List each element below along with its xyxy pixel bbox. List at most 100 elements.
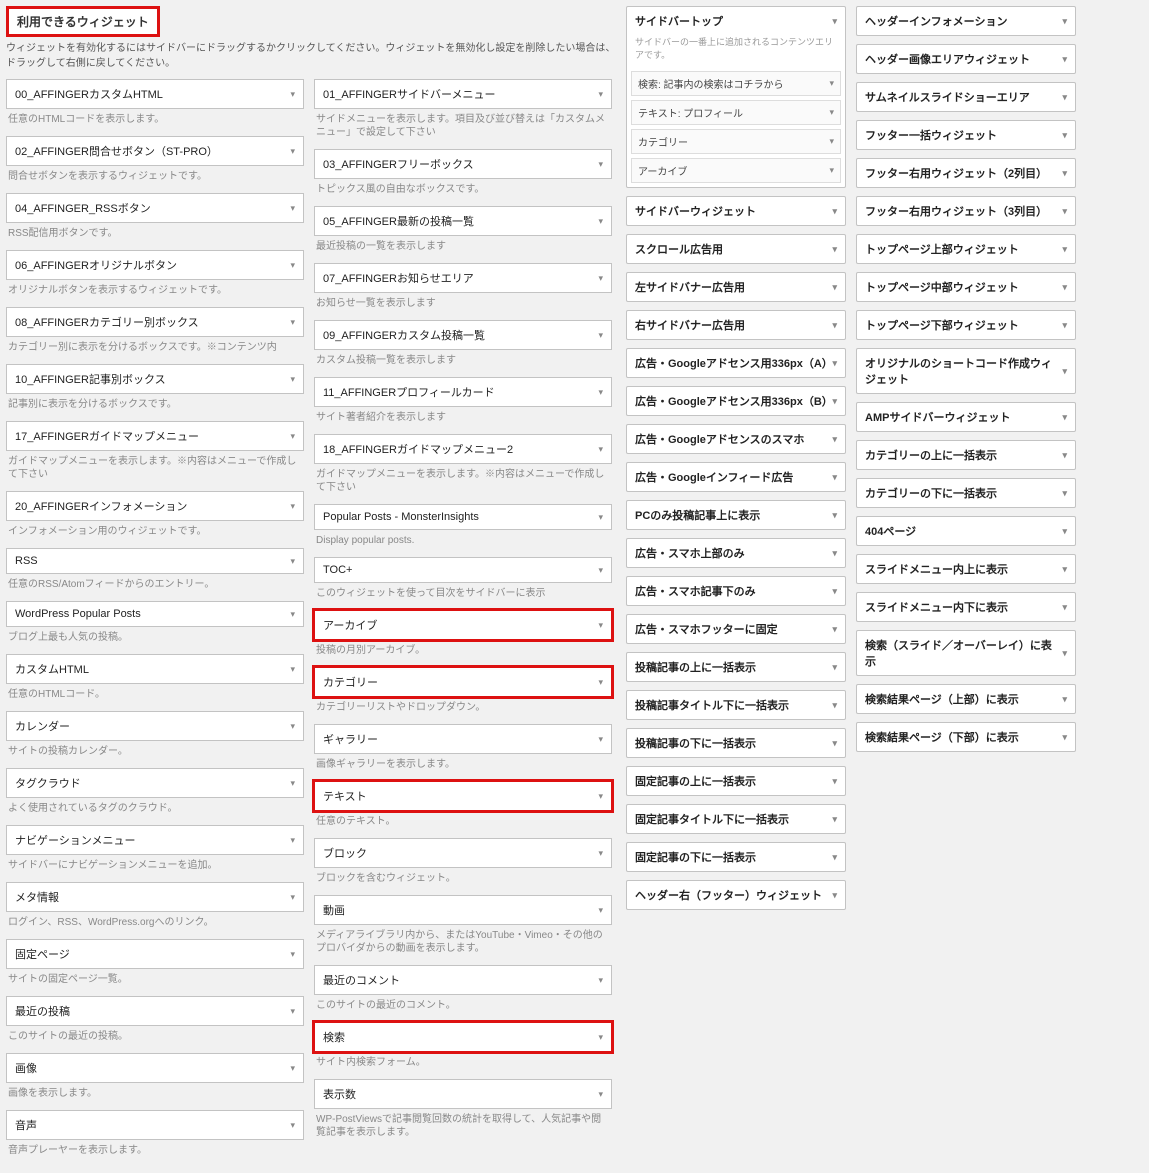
available-widget[interactable]: 01_AFFINGERサイドバーメニュー▾ bbox=[314, 79, 612, 109]
widget-areas-col-2: ヘッダーインフォメーション▾ヘッダー画像エリアウィジェット▾サムネイルスライドシ… bbox=[856, 6, 1076, 752]
widget-area-header[interactable]: 広告・Googleインフィード広告▾ bbox=[627, 463, 845, 491]
widget-area-header[interactable]: サムネイルスライドショーエリア▾ bbox=[857, 83, 1075, 111]
widget-area-header[interactable]: オリジナルのショートコード作成ウィジェット▾ bbox=[857, 349, 1075, 393]
widget-title: カスタムHTML bbox=[15, 661, 89, 677]
available-widget[interactable]: TOC+▾ bbox=[314, 557, 612, 583]
widget-area-header[interactable]: 検索結果ページ（上部）に表示▾ bbox=[857, 685, 1075, 713]
widget-area-header[interactable]: 固定記事の上に一括表示▾ bbox=[627, 767, 845, 795]
available-widget[interactable]: タグクラウド▾ bbox=[6, 768, 304, 798]
widget-description: 任意のテキスト。 bbox=[314, 811, 612, 838]
placed-widget[interactable]: カテゴリー▾ bbox=[631, 129, 841, 154]
widget-area-header[interactable]: フッター一括ウィジェット▾ bbox=[857, 121, 1075, 149]
widget-area-header[interactable]: 投稿記事の下に一括表示▾ bbox=[627, 729, 845, 757]
widget-area-header[interactable]: 検索（スライド／オーバーレイ）に表示▾ bbox=[857, 631, 1075, 675]
available-widget[interactable]: 04_AFFINGER_RSSボタン▾ bbox=[6, 193, 304, 223]
available-widget[interactable]: 20_AFFINGERインフォメーション▾ bbox=[6, 491, 304, 521]
widget-area-header[interactable]: 広告・スマホフッターに固定▾ bbox=[627, 615, 845, 643]
available-widget[interactable]: カテゴリー▾ bbox=[314, 667, 612, 697]
available-widget[interactable]: 10_AFFINGER記事別ボックス▾ bbox=[6, 364, 304, 394]
placed-widget[interactable]: アーカイブ▾ bbox=[631, 158, 841, 183]
chevron-down-icon: ▾ bbox=[598, 330, 603, 341]
widget-title: 06_AFFINGERオリジナルボタン bbox=[15, 257, 177, 273]
available-widget[interactable]: 音声▾ bbox=[6, 1110, 304, 1140]
widget-area-header[interactable]: スライドメニュー内下に表示▾ bbox=[857, 593, 1075, 621]
available-widget[interactable]: 03_AFFINGERフリーボックス▾ bbox=[314, 149, 612, 179]
chevron-down-icon: ▾ bbox=[1062, 16, 1067, 27]
available-widget[interactable]: ナビゲーションメニュー▾ bbox=[6, 825, 304, 855]
available-widget[interactable]: 画像▾ bbox=[6, 1053, 304, 1083]
available-widget[interactable]: 11_AFFINGERプロフィールカード▾ bbox=[314, 377, 612, 407]
available-widget[interactable]: WordPress Popular Posts▾ bbox=[6, 601, 304, 627]
widget-description: サイト著者紹介を表示します bbox=[314, 407, 612, 434]
widget-area-header[interactable]: 広告・Googleアドセンスのスマホ▾ bbox=[627, 425, 845, 453]
available-widget[interactable]: ギャラリー▾ bbox=[314, 724, 612, 754]
widget-area-header[interactable]: 投稿記事タイトル下に一括表示▾ bbox=[627, 691, 845, 719]
widget-area-title: 投稿記事の下に一括表示 bbox=[635, 735, 756, 751]
widget-area-header[interactable]: AMPサイドバーウィジェット▾ bbox=[857, 403, 1075, 431]
available-widget[interactable]: Popular Posts - MonsterInsights▾ bbox=[314, 504, 612, 530]
widget-area-header[interactable]: フッター右用ウィジェット（3列目）▾ bbox=[857, 197, 1075, 225]
available-widget[interactable]: カスタムHTML▾ bbox=[6, 654, 304, 684]
widget-title: 00_AFFINGERカスタムHTML bbox=[15, 86, 163, 102]
widget-area-header[interactable]: 左サイドバナー広告用▾ bbox=[627, 273, 845, 301]
available-widget[interactable]: 00_AFFINGERカスタムHTML▾ bbox=[6, 79, 304, 109]
available-widget[interactable]: アーカイブ▾ bbox=[314, 610, 612, 640]
widget-area-header[interactable]: カテゴリーの上に一括表示▾ bbox=[857, 441, 1075, 469]
widget-area-header[interactable]: ヘッダー右（フッター）ウィジェット▾ bbox=[627, 881, 845, 909]
widget-area-header[interactable]: 右サイドバナー広告用▾ bbox=[627, 311, 845, 339]
widget-area-header[interactable]: フッター右用ウィジェット（2列目）▾ bbox=[857, 159, 1075, 187]
widget-area-header[interactable]: 検索結果ページ（下部）に表示▾ bbox=[857, 723, 1075, 751]
available-widget[interactable]: 固定ページ▾ bbox=[6, 939, 304, 969]
widget-title: 17_AFFINGERガイドマップメニュー bbox=[15, 428, 199, 444]
widget-area-header[interactable]: 固定記事タイトル下に一括表示▾ bbox=[627, 805, 845, 833]
widget-area-header[interactable]: カテゴリーの下に一括表示▾ bbox=[857, 479, 1075, 507]
available-widget[interactable]: テキスト▾ bbox=[314, 781, 612, 811]
widget-title: 表示数 bbox=[323, 1086, 356, 1102]
widget-area-header[interactable]: スクロール広告用▾ bbox=[627, 235, 845, 263]
widget-area-title: 固定記事の下に一括表示 bbox=[635, 849, 756, 865]
available-widget[interactable]: ブロック▾ bbox=[314, 838, 612, 868]
widget-area-title: ヘッダー画像エリアウィジェット bbox=[865, 51, 1030, 67]
widget-area-header[interactable]: ヘッダー画像エリアウィジェット▾ bbox=[857, 45, 1075, 73]
placed-widget[interactable]: テキスト: プロフィール▾ bbox=[631, 100, 841, 125]
available-widget[interactable]: カレンダー▾ bbox=[6, 711, 304, 741]
available-widget[interactable]: 表示数▾ bbox=[314, 1079, 612, 1109]
available-widget[interactable]: 18_AFFINGERガイドマップメニュー2▾ bbox=[314, 434, 612, 464]
widget-area-header[interactable]: トップページ上部ウィジェット▾ bbox=[857, 235, 1075, 263]
widget-area-header[interactable]: 広告・スマホ上部のみ▾ bbox=[627, 539, 845, 567]
widget-area-header[interactable]: ヘッダーインフォメーション▾ bbox=[857, 7, 1075, 35]
widget-area-header[interactable]: 広告・Googleアドセンス用336px（A）▾ bbox=[627, 349, 845, 377]
available-widget[interactable]: メタ情報▾ bbox=[6, 882, 304, 912]
chevron-down-icon: ▾ bbox=[1062, 602, 1067, 613]
available-widget[interactable]: 07_AFFINGERお知らせエリア▾ bbox=[314, 263, 612, 293]
widget-area-header[interactable]: トップページ下部ウィジェット▾ bbox=[857, 311, 1075, 339]
available-widget[interactable]: 05_AFFINGER最新の投稿一覧▾ bbox=[314, 206, 612, 236]
placed-widget[interactable]: 検索: 記事内の検索はコチラから▾ bbox=[631, 71, 841, 96]
available-widget[interactable]: 検索▾ bbox=[314, 1022, 612, 1052]
available-widget[interactable]: 最近の投稿▾ bbox=[6, 996, 304, 1026]
widget-area-header[interactable]: 広告・スマホ記事下のみ▾ bbox=[627, 577, 845, 605]
widget-area-header[interactable]: 固定記事の下に一括表示▾ bbox=[627, 843, 845, 871]
available-widgets-left: 00_AFFINGERカスタムHTML▾任意のHTMLコードを表示します。02_… bbox=[6, 79, 304, 1167]
available-widget[interactable]: 02_AFFINGER問合せボタン（ST-PRO）▾ bbox=[6, 136, 304, 166]
widget-description: 画像ギャラリーを表示します。 bbox=[314, 754, 612, 781]
available-widget[interactable]: 09_AFFINGERカスタム投稿一覧▾ bbox=[314, 320, 612, 350]
widget-area-header[interactable]: トップページ中部ウィジェット▾ bbox=[857, 273, 1075, 301]
widget-area-header[interactable]: スライドメニュー内上に表示▾ bbox=[857, 555, 1075, 583]
widget-area-header[interactable]: 404ページ▾ bbox=[857, 517, 1075, 545]
available-widget[interactable]: 17_AFFINGERガイドマップメニュー ▾ bbox=[6, 421, 304, 451]
widget-area-header[interactable]: サイドバートップ▾ bbox=[627, 7, 845, 35]
available-widget[interactable]: 06_AFFINGERオリジナルボタン▾ bbox=[6, 250, 304, 280]
widget-area-header[interactable]: サイドバーウィジェット▾ bbox=[627, 197, 845, 225]
chevron-down-icon: ▾ bbox=[832, 434, 837, 445]
available-widget[interactable]: 08_AFFINGERカテゴリー別ボックス▾ bbox=[6, 307, 304, 337]
chevron-down-icon: ▾ bbox=[290, 431, 295, 442]
widget-area-header[interactable]: 投稿記事の上に一括表示▾ bbox=[627, 653, 845, 681]
widget-description: カスタム投稿一覧を表示します bbox=[314, 350, 612, 377]
chevron-down-icon: ▾ bbox=[290, 501, 295, 512]
widget-area-header[interactable]: 広告・Googleアドセンス用336px（B）▾ bbox=[627, 387, 845, 415]
available-widget[interactable]: RSS▾ bbox=[6, 548, 304, 574]
available-widget[interactable]: 最近のコメント▾ bbox=[314, 965, 612, 995]
available-widget[interactable]: 動画▾ bbox=[314, 895, 612, 925]
widget-area-header[interactable]: PCのみ投稿記事上に表示▾ bbox=[627, 501, 845, 529]
